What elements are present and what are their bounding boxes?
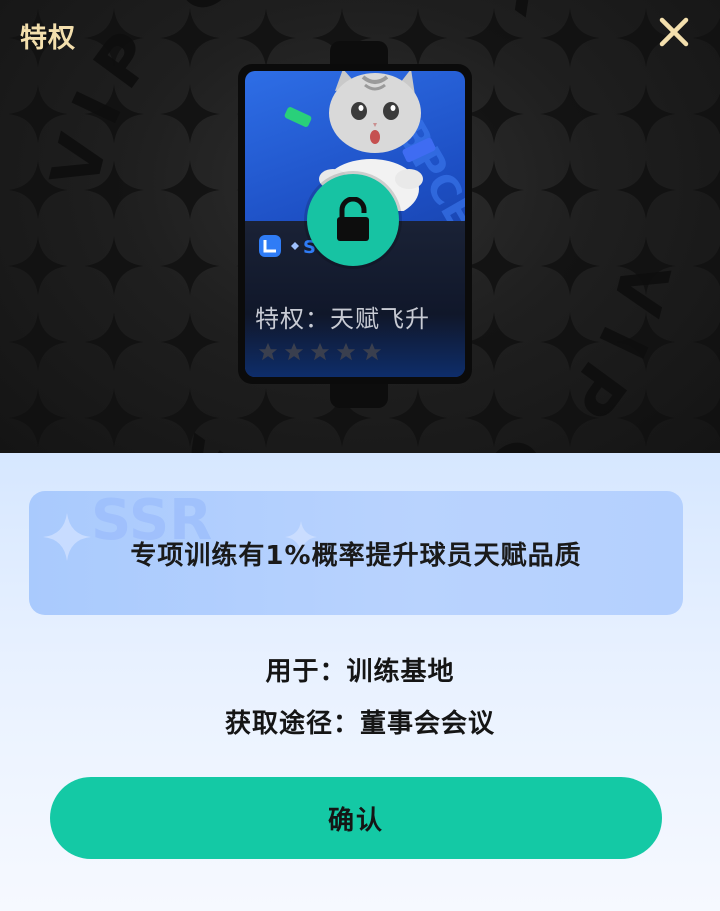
close-button[interactable] [651, 12, 697, 52]
header-section: VIP CENTER VIP CENTER 特权 BPCE [0, 0, 720, 455]
star-icon [362, 342, 382, 361]
star-icon [258, 342, 278, 361]
star-icon [310, 342, 330, 361]
star-icon [336, 342, 356, 361]
usage-label: 用于： [265, 657, 347, 687]
source-info: 获取途径：董事会会议 [0, 703, 720, 740]
usage-info: 用于：训练基地 [0, 651, 720, 688]
unlock-icon [337, 197, 369, 241]
privilege-description: 专项训练有1%概率提升球员天赋品质 [130, 540, 582, 571]
star-icon [284, 342, 304, 361]
confirm-button[interactable]: 确认 [50, 777, 662, 859]
unlock-badge [307, 174, 399, 266]
description-box: SSR 专项训练有1%概率提升球员天赋品质 [29, 491, 683, 615]
detail-panel: SSR 专项训练有1%概率提升球员天赋品质 用于：训练基地 获取途径：董事会会议… [0, 453, 720, 911]
source-label: 获取途径： [224, 709, 360, 739]
card-name: 特权：天赋飞升 [255, 305, 430, 333]
source-value: 董事会会议 [360, 709, 496, 739]
close-icon [659, 17, 689, 47]
usage-value: 训练基地 [346, 657, 455, 687]
card-star-rating [257, 341, 383, 363]
page-title: 特权 [20, 23, 76, 54]
